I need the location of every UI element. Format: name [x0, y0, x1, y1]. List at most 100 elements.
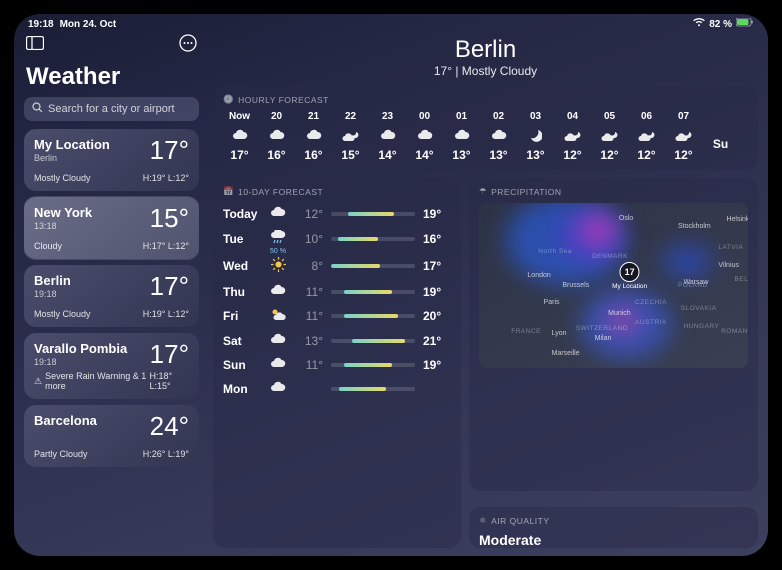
weather-icon	[267, 333, 289, 348]
card-condition: Mostly Cloudy	[34, 173, 91, 183]
location-card[interactable]: My LocationBerlin17°Mostly CloudyH:19° L…	[24, 129, 199, 191]
hero-city: Berlin	[213, 36, 758, 64]
map-city-label: Oslo	[619, 215, 633, 222]
map-country-label: LATVIA	[718, 244, 743, 251]
card-temp: 15°	[150, 205, 189, 231]
day-name: Fri	[223, 309, 259, 323]
precipitation-map[interactable]: 17 My Location OsloStockholmHelsinkiLond…	[479, 203, 748, 368]
hourly-item: 0712°	[667, 111, 700, 162]
more-icon[interactable]	[179, 34, 197, 57]
day-low: 11°	[297, 285, 323, 299]
day-name: Sun	[223, 358, 259, 372]
day-high: 19°	[423, 207, 451, 221]
hour-temp: 14°	[415, 148, 433, 162]
hourly-item: 0512°	[593, 111, 626, 162]
precipitation-panel[interactable]: ☂PRECIPITATION 17 My Location	[469, 178, 758, 491]
day-low: 10°	[297, 232, 323, 246]
location-card[interactable]: Berlin19:1817°Mostly CloudyH:19° L:12°	[24, 265, 199, 327]
map-city-label: Marseille	[552, 350, 580, 357]
hourly-title: HOURLY FORECAST	[238, 95, 329, 105]
map-city-label: London	[527, 272, 550, 279]
search-placeholder: Search for a city or airport	[48, 103, 175, 115]
sidebar: Weather Search for a city or airport My …	[14, 32, 207, 556]
hero-summary: 17° | Mostly Cloudy	[213, 64, 758, 78]
search-input[interactable]: Search for a city or airport	[24, 97, 199, 121]
precip-title: PRECIPITATION	[491, 187, 561, 197]
temp-range-bar	[331, 212, 415, 216]
card-name: New York	[34, 205, 92, 220]
day-low: 8°	[297, 259, 323, 273]
weather-icon	[380, 127, 396, 143]
sidebar-toggle-icon[interactable]	[26, 36, 44, 55]
day-high: 16°	[423, 232, 451, 246]
hour-temp: 13°	[489, 148, 507, 162]
map-country-label: POLAND	[678, 282, 708, 289]
map-country-label: ROMANIA	[721, 328, 748, 335]
day-row: Mon	[223, 378, 451, 399]
status-time: 19:18	[28, 19, 54, 30]
hour-temp: 16°	[304, 148, 322, 162]
map-city-label: Brussels	[562, 282, 589, 289]
day-name: Mon	[223, 382, 259, 396]
temp-range-bar	[331, 237, 415, 241]
day-row: Thu11°19°	[223, 281, 451, 302]
air-quality-panel[interactable]: ⚛ AIR QUALITY Moderate	[469, 507, 758, 548]
hour-time: 23	[382, 111, 393, 122]
card-temp: 17°	[150, 273, 189, 299]
location-card[interactable]: Barcelona24°Partly CloudyH:26° L:19°	[24, 405, 199, 467]
hour-temp: 12°	[637, 148, 655, 162]
weather-icon	[564, 127, 582, 143]
weather-icon	[491, 127, 507, 143]
day-name: Today	[223, 207, 259, 221]
map-country-label: DENMARK	[592, 253, 628, 260]
map-city-label: Stockholm	[678, 223, 711, 230]
weather-icon	[267, 381, 289, 396]
aq-value: Moderate	[479, 532, 748, 548]
map-city-label: Paris	[544, 299, 560, 306]
hourly-item: 0113°	[445, 111, 478, 162]
card-temp: 17°	[150, 341, 189, 367]
map-city-label: Munich	[608, 310, 631, 317]
hour-temp: 14°	[378, 148, 396, 162]
map-country-label: SWITZERLAND	[576, 325, 628, 332]
hour-temp: 16°	[267, 148, 285, 162]
hour-temp: 15°	[341, 148, 359, 162]
card-condition: Cloudy	[34, 241, 62, 251]
temp-range-bar	[331, 264, 415, 268]
location-card[interactable]: Varallo Pombia19:18 17°⚠Severe Rain Warni…	[24, 333, 199, 399]
day-name: Tue	[223, 232, 259, 246]
weather-icon	[529, 127, 542, 143]
weather-icon	[342, 127, 360, 143]
card-condition: Partly Cloudy	[34, 449, 88, 459]
map-country-label: SLOVAKIA	[681, 305, 717, 312]
aq-title: AIR QUALITY	[491, 516, 549, 526]
hourly-item: 0213°	[482, 111, 515, 162]
hourly-item: 22 15°	[334, 111, 367, 162]
wifi-icon	[693, 18, 705, 30]
hour-temp: 12°	[600, 148, 618, 162]
temp-range-bar	[331, 339, 415, 343]
day-low: 11°	[297, 358, 323, 372]
hour-time: 06	[641, 111, 652, 122]
weather-icon	[306, 127, 322, 143]
temp-range-bar	[331, 387, 415, 391]
weather-icon	[232, 127, 248, 143]
card-name: Varallo Pombia	[34, 341, 127, 356]
day-row: Wed8°17°	[223, 254, 451, 278]
card-name: My Location	[34, 137, 110, 152]
hour-time: 07	[678, 111, 689, 122]
hourly-item: Now17°	[223, 111, 256, 162]
day-low: 13°	[297, 334, 323, 348]
card-hi-lo: H:26° L:19°	[143, 449, 189, 459]
warning-icon: ⚠	[34, 376, 42, 387]
location-card[interactable]: New York13:1815°CloudyH:17° L:12°	[24, 197, 199, 259]
hourly-item: 0014°	[408, 111, 441, 162]
card-condition: ⚠Severe Rain Warning & 1 more	[34, 371, 150, 391]
hourly-item: 2116°	[297, 111, 330, 162]
hour-time: 01	[456, 111, 467, 122]
map-country-label: North Sea	[538, 248, 572, 255]
air-quality-icon: ⚛	[479, 515, 487, 526]
card-name: Barcelona	[34, 413, 97, 428]
hour-time: 22	[345, 111, 356, 122]
card-subtitle: 19:18	[34, 357, 127, 367]
